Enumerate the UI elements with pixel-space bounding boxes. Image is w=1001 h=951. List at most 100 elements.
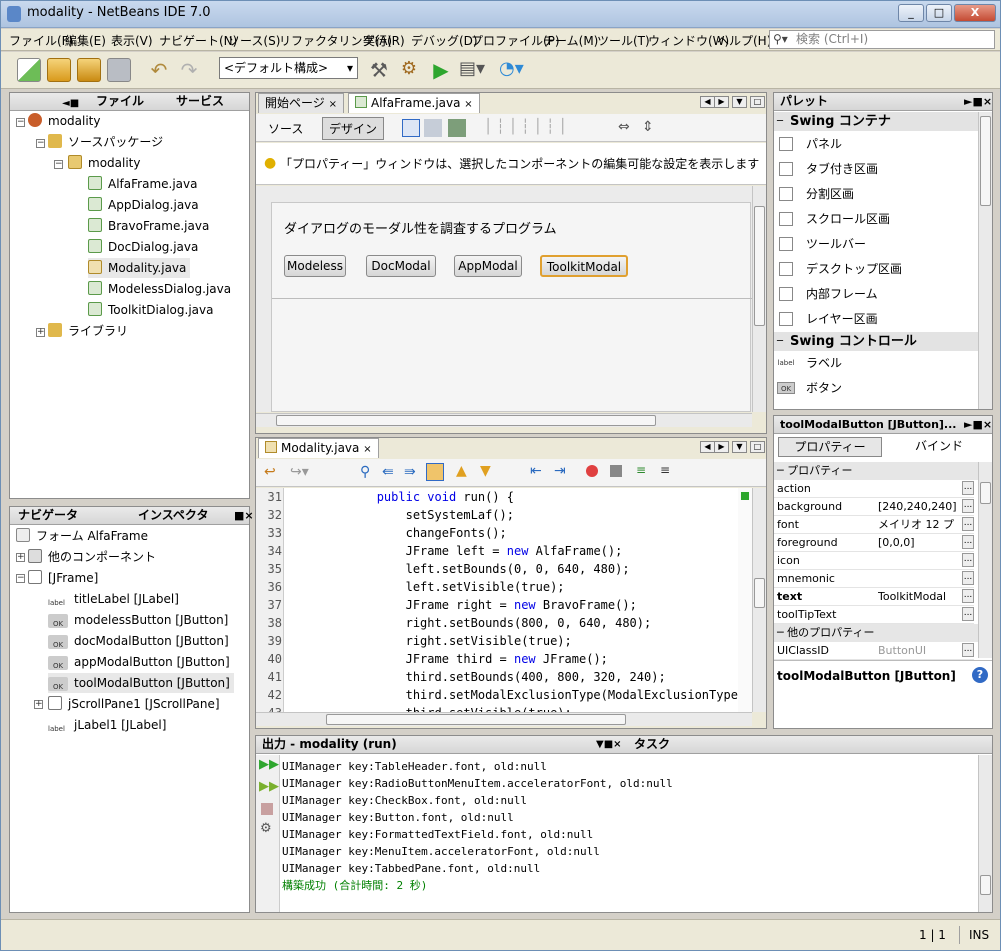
search-input[interactable]: 検索 (Ctrl+I) bbox=[769, 30, 995, 49]
ellipsis-button[interactable]: ... bbox=[962, 643, 974, 657]
source-mode-button[interactable]: ソース bbox=[268, 120, 303, 137]
nav-other-components[interactable]: 他のコンポーネント bbox=[28, 547, 156, 567]
palette-vscrollbar[interactable] bbox=[978, 112, 992, 409]
app-modal-button[interactable]: AppModal bbox=[454, 255, 522, 277]
tab-bind[interactable]: バインド bbox=[892, 437, 986, 457]
maximize-icon[interactable]: □ bbox=[750, 96, 765, 108]
profile-icon[interactable]: ◔▾ bbox=[499, 58, 524, 82]
minimize-button[interactable]: _ bbox=[898, 4, 924, 22]
code-area[interactable]: 31 public void run() {32 setSystemLaf();… bbox=[256, 488, 738, 712]
tab-output[interactable]: 出力 - modality (run) bbox=[262, 736, 397, 753]
new-project-icon[interactable] bbox=[47, 58, 71, 82]
expander-icon[interactable]: + bbox=[36, 328, 45, 337]
design-mode-button[interactable]: デザイン bbox=[322, 117, 385, 140]
palette-item[interactable]: ツールバー bbox=[774, 232, 979, 256]
selection-mode-icon[interactable] bbox=[402, 119, 420, 137]
menu-help[interactable]: ヘルプ(H) bbox=[717, 32, 771, 49]
toolkit-modal-button[interactable]: ToolkitModal bbox=[540, 255, 628, 277]
palette-item[interactable]: タブ付き区画 bbox=[774, 157, 979, 181]
modeless-button[interactable]: Modeless bbox=[284, 255, 346, 277]
expander-icon[interactable]: + bbox=[16, 553, 25, 562]
scroll-thumb[interactable] bbox=[980, 116, 991, 206]
dropdown-icon[interactable]: ▼ bbox=[732, 441, 747, 453]
doc-modal-button[interactable]: DocModal bbox=[366, 255, 436, 277]
scroll-thumb[interactable] bbox=[276, 415, 656, 426]
rerun-with-args-icon[interactable]: ▶▶ bbox=[259, 779, 279, 794]
tree-file[interactable]: DocDialog.java bbox=[88, 237, 198, 257]
code-line[interactable]: 43 third.setVisible(true); bbox=[256, 704, 736, 712]
tree-file[interactable]: ModelessDialog.java bbox=[88, 279, 231, 299]
palette-item[interactable]: パネル bbox=[774, 132, 979, 156]
property-row[interactable]: toolTipText... bbox=[774, 606, 974, 624]
code-line[interactable]: 38 right.setBounds(800, 0, 640, 480); bbox=[256, 614, 736, 632]
stop-macro-icon[interactable] bbox=[610, 465, 622, 477]
property-row[interactable]: UIClassID ButtonUI... bbox=[774, 642, 974, 660]
build-icon[interactable]: ⚒ bbox=[367, 58, 391, 82]
expander-icon[interactable]: − bbox=[16, 574, 25, 583]
property-value[interactable]: [0,0,0] bbox=[878, 534, 960, 552]
property-row[interactable]: foreground [0,0,0]... bbox=[774, 534, 974, 552]
scroll-thumb[interactable] bbox=[980, 482, 991, 504]
code-line[interactable]: 35 left.setBounds(0, 0, 640, 480); bbox=[256, 560, 736, 578]
connection-mode-icon[interactable] bbox=[424, 119, 442, 137]
resize-horizontal-icon[interactable]: ⇔ bbox=[618, 119, 630, 135]
maximize-icon[interactable]: □ bbox=[750, 441, 765, 453]
scroll-thumb[interactable] bbox=[326, 714, 626, 725]
property-row[interactable]: text ToolkitModal... bbox=[774, 588, 974, 606]
palette-category-containers[interactable]: ─ Swing コンテナ bbox=[774, 112, 979, 131]
ellipsis-button[interactable]: ... bbox=[962, 589, 974, 603]
menu-source[interactable]: ソース(S) bbox=[228, 32, 280, 49]
palette-item[interactable]: 分割区画 bbox=[774, 182, 979, 206]
palette-item[interactable]: OK ボタン bbox=[774, 376, 979, 400]
tree-libraries[interactable]: ライブラリ bbox=[48, 321, 128, 341]
tab-alfaframe[interactable]: AlfaFrame.java × bbox=[348, 93, 480, 113]
ellipsis-button[interactable]: ... bbox=[962, 535, 974, 549]
scroll-left-icon[interactable]: ◀ bbox=[700, 441, 715, 453]
palette-item[interactable]: デスクトップ区画 bbox=[774, 257, 979, 281]
palette-item[interactable]: label ラベル bbox=[774, 351, 979, 375]
menu-run[interactable]: 実行(R) bbox=[363, 32, 405, 49]
tab-modality-java[interactable]: Modality.java × bbox=[258, 438, 379, 458]
property-section-main[interactable]: ─ プロパティー bbox=[774, 462, 978, 480]
form-title-label[interactable]: ダイアログのモーダル性を調査するプログラム bbox=[284, 218, 557, 237]
help-icon[interactable]: ? bbox=[972, 667, 988, 683]
menu-team[interactable]: チーム(M) bbox=[543, 32, 598, 49]
code-hscrollbar[interactable] bbox=[256, 712, 752, 726]
menu-view[interactable]: 表示(V) bbox=[111, 32, 153, 49]
tab-start-page[interactable]: 開始ページ × bbox=[258, 93, 344, 113]
tab-navigator[interactable]: ナビゲータ bbox=[18, 507, 78, 524]
properties-vscrollbar[interactable] bbox=[978, 462, 992, 658]
redo-icon[interactable]: ↷ bbox=[177, 58, 201, 82]
tab-tasks[interactable]: タスク bbox=[634, 736, 670, 753]
tree-file[interactable]: Modality.java bbox=[88, 258, 191, 278]
property-value[interactable]: ToolkitModal bbox=[878, 588, 960, 606]
ellipsis-button[interactable]: ... bbox=[962, 607, 974, 621]
tree-file[interactable]: AppDialog.java bbox=[88, 195, 199, 215]
nav-scroll-pane[interactable]: jScrollPane1 [JScrollPane] bbox=[48, 694, 220, 714]
output-vscrollbar[interactable] bbox=[978, 755, 992, 912]
shift-right-icon[interactable]: ⇥ bbox=[554, 463, 566, 479]
open-project-icon[interactable] bbox=[77, 58, 101, 82]
nav-tool-modal-button[interactable]: OK toolModalButton [JButton] bbox=[48, 673, 234, 693]
designer-vscrollbar[interactable] bbox=[752, 186, 766, 412]
nav-jframe[interactable]: [JFrame] bbox=[28, 568, 98, 588]
tree-project[interactable]: modality bbox=[28, 111, 100, 131]
tab-files[interactable]: ファイル bbox=[96, 93, 144, 110]
save-all-icon[interactable] bbox=[107, 58, 131, 82]
nav-modeless-button[interactable]: OK modelessButton [JButton] bbox=[48, 610, 228, 630]
ellipsis-button[interactable]: ... bbox=[962, 553, 974, 567]
property-row[interactable]: icon... bbox=[774, 552, 974, 570]
next-bookmark-icon[interactable]: ▼ bbox=[480, 463, 491, 479]
record-macro-icon[interactable] bbox=[586, 465, 598, 477]
property-row[interactable]: font メイリオ 12 プ... bbox=[774, 516, 974, 534]
shift-left-icon[interactable]: ⇤ bbox=[530, 463, 542, 479]
menu-tools[interactable]: ツール(T) bbox=[597, 32, 650, 49]
expander-icon[interactable]: + bbox=[34, 700, 43, 709]
property-value[interactable]: メイリオ 12 プ bbox=[878, 516, 960, 534]
uncomment-icon[interactable]: ≡ bbox=[660, 463, 670, 477]
property-value[interactable]: ButtonUI bbox=[878, 642, 960, 660]
close-button[interactable]: X bbox=[954, 4, 996, 22]
scroll-thumb[interactable] bbox=[980, 875, 991, 895]
new-file-icon[interactable] bbox=[17, 58, 41, 82]
ellipsis-button[interactable]: ... bbox=[962, 499, 974, 513]
